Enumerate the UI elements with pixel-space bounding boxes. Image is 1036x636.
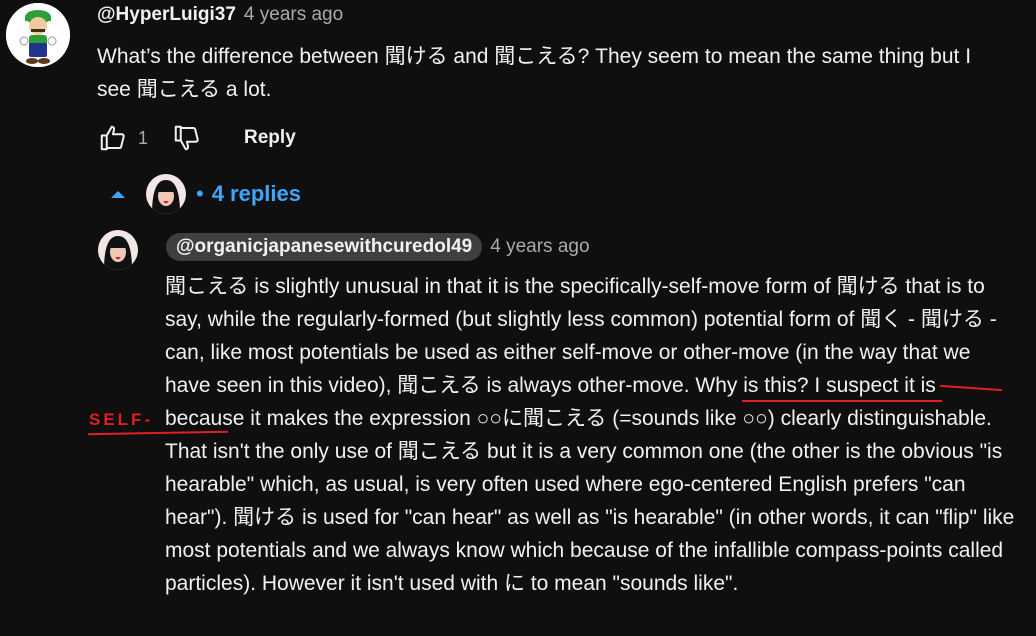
like-button[interactable] [96, 121, 130, 155]
reply-button[interactable]: Reply [244, 127, 296, 149]
comment-timestamp[interactable]: 4 years ago [244, 4, 343, 25]
reply-timestamp[interactable]: 4 years ago [490, 236, 589, 258]
reply-body: 聞こえる is slightly unusual in that it is t… [165, 275, 1015, 595]
red-underline-annotation [742, 400, 942, 402]
separator-dot: • [196, 181, 204, 206]
replier-avatar [146, 174, 186, 214]
avatar-woman-icon [98, 230, 138, 270]
avatar-luigi-icon [6, 3, 70, 67]
chevron-up-icon [108, 184, 128, 204]
dislike-button[interactable] [170, 121, 204, 155]
avatar[interactable] [6, 3, 70, 67]
thumbs-up-icon [100, 125, 125, 151]
avatar-woman-icon [146, 174, 186, 214]
reply-author-chip[interactable]: @organicjapanesewithcuredol49 [166, 233, 483, 261]
reply-header: @organicjapanesewithcuredol49 4 years ag… [166, 232, 590, 262]
replies-toggle[interactable]: • 4 replies [108, 172, 301, 216]
reply-avatar[interactable] [98, 230, 138, 270]
replies-count[interactable]: 4 replies [212, 181, 301, 207]
thumbs-down-icon [174, 125, 199, 151]
like-count: 1 [138, 127, 149, 148]
comment-actions: 1 Reply [96, 120, 296, 156]
comment-header: @HyperLuigi37 4 years ago [97, 4, 343, 26]
comment-author[interactable]: @HyperLuigi37 [97, 4, 236, 25]
comment-body: What’s the difference between 聞ける and 聞こ… [97, 45, 972, 101]
handwritten-annotation: SELF- [89, 410, 154, 429]
